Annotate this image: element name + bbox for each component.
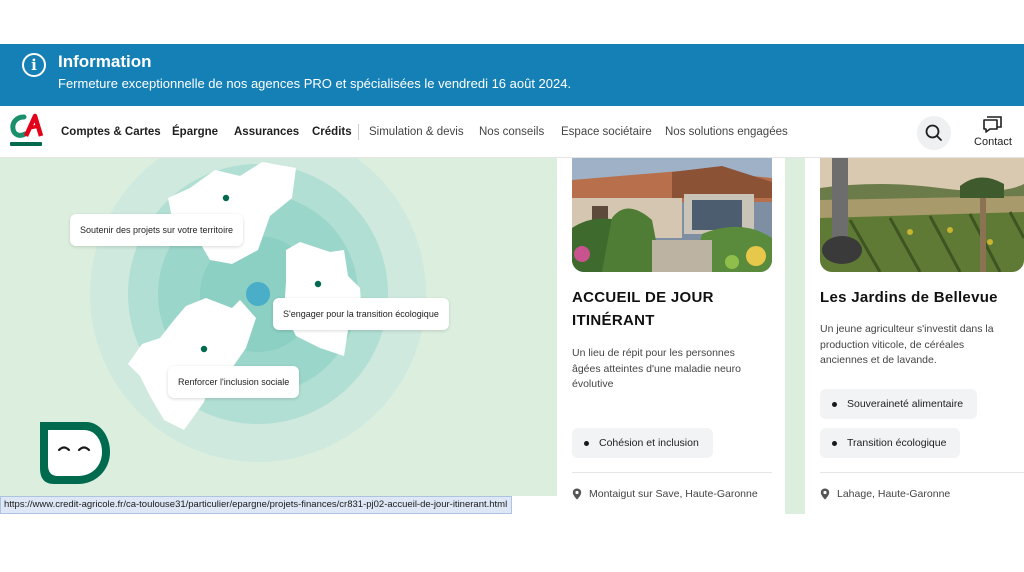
card-divider [572,472,772,473]
nav-espace-societaire[interactable]: Espace sociétaire [561,126,652,138]
tag-souverainete-alimentaire[interactable]: Souveraineté alimentaire [820,389,978,419]
card-title: Les Jardins de Bellevue [820,289,998,306]
nav-credits[interactable]: Crédits [312,126,352,138]
info-message: Fermeture exceptionnelle de nos agences … [58,76,572,91]
location-pin-icon [572,488,582,500]
card-location: Lahage, Haute-Garonne [820,488,950,500]
tag-label: Cohésion et inclusion [599,437,699,449]
contact-button[interactable]: Contact [968,114,1018,154]
page: i Information Fermeture exceptionnelle d… [0,0,1024,572]
smiley-chat-mascot-icon[interactable] [34,420,114,490]
card-title-line2: ITINÉRANT [572,312,655,329]
status-bar-url: https://www.credit-agricole.fr/ca-toulou… [0,496,513,514]
contact-label: Contact [974,136,1012,148]
map-label-transition[interactable]: S'engager pour la transition écologique [273,298,449,330]
main-header: Comptes & Cartes Épargne Assurances Créd… [0,106,1024,158]
card-divider [820,472,1024,473]
tag-label: Souveraineté alimentaire [847,398,964,410]
card-desc-line: production viticole, de céréales [820,338,965,351]
bullet-dot-icon [832,401,837,407]
card-desc-line: Un jeune agriculteur s'investit dans la [820,323,994,335]
search-icon [925,124,942,141]
search-button[interactable] [917,116,951,150]
nav-nos-conseils[interactable]: Nos conseils [479,126,544,138]
card-desc-line: âgées atteintes d'une maladie neuro [572,362,741,375]
tag-transition-ecologique[interactable]: Transition écologique [820,428,961,458]
nav-assurances[interactable]: Assurances [234,126,299,138]
tag-label: Transition écologique [847,437,947,449]
location-text: Montaigut sur Save, Haute-Garonne [589,488,758,500]
nav-epargne[interactable]: Épargne [172,126,218,138]
card-desc-line: anciennes et de lavande. [820,354,937,366]
credit-agricole-logo-icon[interactable] [8,112,44,150]
map-label-territoire[interactable]: Soutenir des projets sur votre territoir… [70,214,244,246]
card-photo-vineyard [820,158,1024,272]
map-label-inclusion[interactable]: Renforcer l'inclusion sociale [168,366,300,398]
nav-solutions-engagees[interactable]: Nos solutions engagées [665,126,788,138]
info-banner: i Information Fermeture exceptionnelle d… [0,44,1024,106]
tag-cohesion-inclusion[interactable]: Cohésion et inclusion [572,428,713,458]
location-text: Lahage, Haute-Garonne [837,488,951,500]
location-pin-icon [820,488,830,500]
chat-bubbles-icon [983,116,1002,133]
bullet-dot-icon [832,440,837,446]
bullet-dot-icon [584,440,589,446]
card-location: Montaigut sur Save, Haute-Garonne [572,488,758,500]
nav-separator [358,124,359,140]
card-desc-line: Un lieu de répit pour les personnes [572,347,735,359]
info-icon: i [22,53,46,77]
card-description: Un lieu de répit pour les personnes âgée… [572,346,741,393]
card-photo-building [572,158,772,272]
nav-simulation-devis[interactable]: Simulation & devis [369,126,464,138]
project-card-bellevue[interactable]: Les Jardins de Bellevue Un jeune agricul… [805,158,1024,514]
nav-comptes-cartes[interactable]: Comptes & Cartes [61,126,161,138]
project-card-accueil[interactable]: ACCUEIL DE JOUR ITINÉRANT Un lieu de rép… [557,158,785,514]
card-description: Un jeune agriculteur s'investit dans la … [820,322,994,369]
info-title: Information [58,52,152,71]
card-desc-line: évolutive [572,378,614,390]
card-title-line1: ACCUEIL DE JOUR [572,289,714,306]
